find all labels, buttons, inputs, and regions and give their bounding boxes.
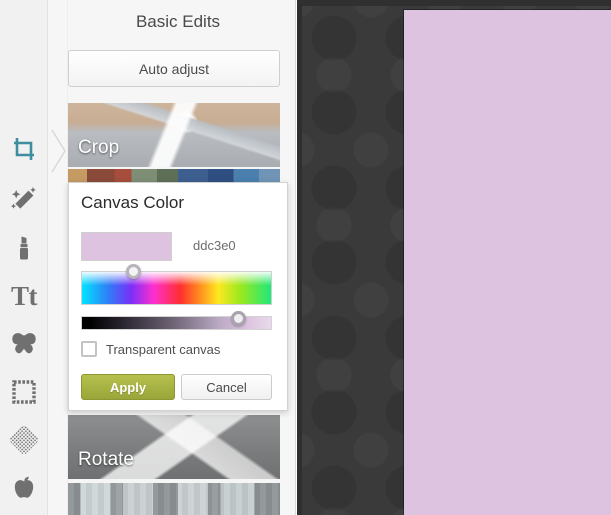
dialog-title: Canvas Color xyxy=(81,193,184,212)
edit-card-label: Rotate xyxy=(78,449,134,470)
page-title: Basic Edits xyxy=(135,12,221,31)
panel-divider xyxy=(48,0,68,515)
workspace-left-edge xyxy=(297,0,302,515)
apply-button-label: Apply xyxy=(109,379,147,395)
apple-icon xyxy=(10,474,38,502)
cancel-button-label: Cancel xyxy=(206,379,247,395)
hex-color-value: ddc3e0 xyxy=(193,238,236,253)
image-canvas-preview[interactable] xyxy=(404,10,611,515)
workspace-area[interactable] xyxy=(297,0,611,515)
butterfly-icon xyxy=(10,330,38,358)
sidebar-item-textures[interactable] xyxy=(0,416,48,464)
frame-icon xyxy=(10,378,38,406)
text-tt-icon: Tt xyxy=(11,280,38,311)
chevron-right-icon[interactable] xyxy=(48,128,68,174)
edit-card-exposure[interactable]: Exposure xyxy=(68,483,280,515)
cancel-button[interactable]: Cancel xyxy=(181,374,272,400)
brightness-slider-handle[interactable] xyxy=(231,311,246,326)
sidebar-item-frames[interactable] xyxy=(0,368,48,416)
workspace-top-edge xyxy=(297,0,611,6)
sidebar-item-crop[interactable] xyxy=(0,126,48,174)
lipstick-icon xyxy=(10,234,38,262)
transparent-canvas-checkbox[interactable] xyxy=(81,341,97,357)
saturation-value-handle[interactable] xyxy=(126,264,141,279)
crop-icon xyxy=(10,136,38,164)
auto-adjust-label: Auto adjust xyxy=(138,60,210,77)
apply-button[interactable]: Apply xyxy=(81,374,175,400)
texture-icon xyxy=(10,426,38,454)
color-preview-swatch[interactable] xyxy=(81,232,172,261)
exposure-thumbnail-image xyxy=(68,483,280,515)
sidebar-item-text[interactable]: Tt xyxy=(0,272,48,320)
photo-editor-app: Basic Edits Auto adjust Crop Rotate Expo… xyxy=(0,0,611,515)
sidebar-item-effects[interactable] xyxy=(0,320,48,368)
sidebar-item-auto-fix[interactable] xyxy=(0,176,48,224)
edit-card-rotate[interactable]: Rotate xyxy=(68,415,280,479)
auto-adjust-button[interactable]: Auto adjust xyxy=(68,50,280,87)
edit-card-label: Crop xyxy=(78,137,120,158)
canvas-color-dialog: Canvas Color ddc3e0 Transparent canvas A… xyxy=(68,182,288,411)
magic-wand-icon xyxy=(10,186,38,214)
tool-rail: Tt xyxy=(0,0,48,515)
sidebar-item-apple[interactable] xyxy=(0,464,48,512)
sidebar-item-touch-up[interactable] xyxy=(0,224,48,272)
saturation-value-picker[interactable] xyxy=(81,271,272,305)
transparent-canvas-label: Transparent canvas xyxy=(106,341,221,357)
transparent-canvas-row[interactable]: Transparent canvas xyxy=(81,341,220,357)
edit-card-crop[interactable]: Crop xyxy=(68,103,280,167)
